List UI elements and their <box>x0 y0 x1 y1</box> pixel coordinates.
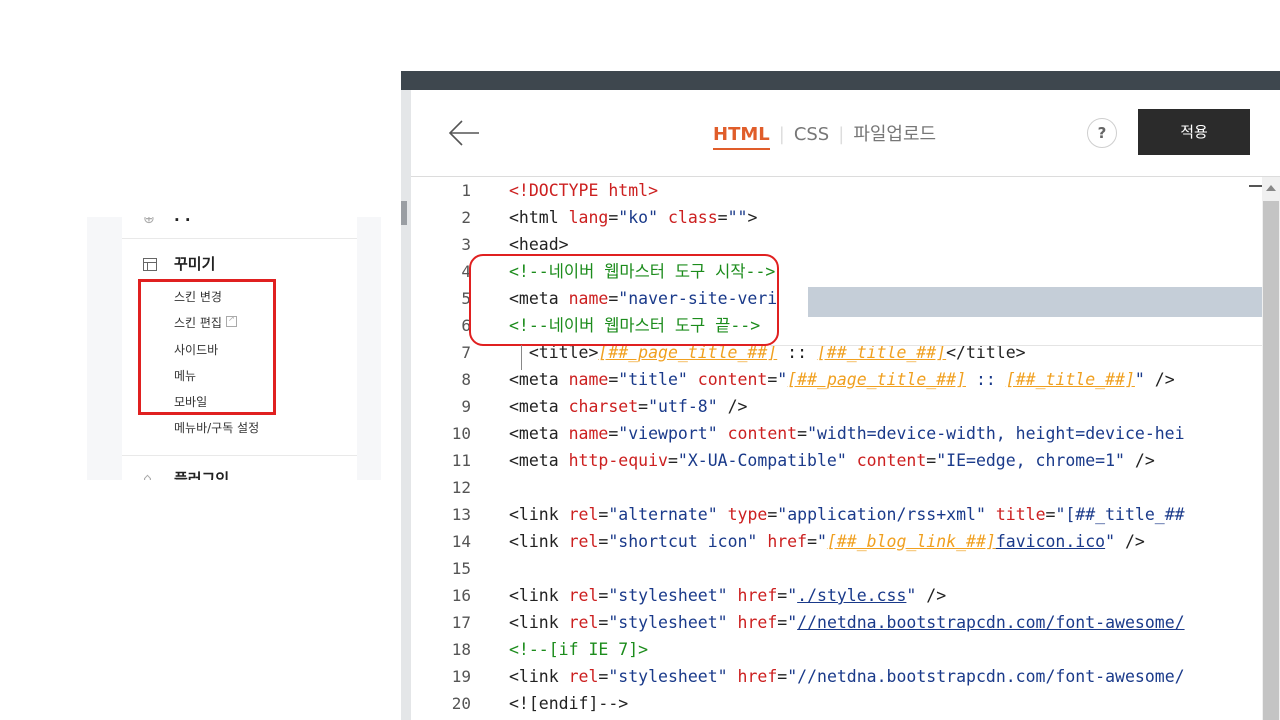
line-number: 13 <box>451 505 471 524</box>
code-line[interactable]: <link rel="stylesheet" href="//netdna.bo… <box>509 663 1185 690</box>
section-divider <box>122 238 357 239</box>
partial-section-title-top: · · <box>174 217 191 229</box>
code-editor[interactable]: 1 2 3 4 5 6 7 8 9 10 11 12 13 14 15 16 17 18 19 20 <!DOCTYP… <box>411 177 1262 720</box>
resize-strip[interactable] <box>401 90 411 720</box>
section-title-decorate: 꾸미기 <box>174 255 216 273</box>
line-number: 17 <box>451 613 471 632</box>
help-icon[interactable]: ? <box>1087 118 1117 148</box>
layout-icon <box>143 258 157 271</box>
code-line[interactable]: <![endif]--> <box>509 690 628 717</box>
line-number: 20 <box>451 694 471 713</box>
tab-separator: | <box>838 124 845 145</box>
line-number: 1 <box>461 181 471 200</box>
editor-top-bar <box>401 71 1280 90</box>
partial-section-title-plugins: 플러그인 <box>174 470 230 480</box>
line-number: 16 <box>451 586 471 605</box>
code-line[interactable]: <meta name="viewport" content="width=dev… <box>509 420 1185 447</box>
line-number: 14 <box>451 532 471 551</box>
code-line[interactable]: <link rel="stylesheet" href="./style.css… <box>509 582 946 609</box>
plugin-icon: ⌂ <box>143 471 152 480</box>
line-number: 3 <box>461 235 471 254</box>
partial-menu-icon: ⊕ <box>143 217 155 227</box>
line-number: 18 <box>451 640 471 659</box>
section-divider <box>122 455 357 456</box>
editor-header: HTML | CSS | 파일업로드 ? 적용 <box>411 90 1280 177</box>
line-number: 15 <box>451 559 471 578</box>
code-line[interactable]: <meta name="title" content="[##_page_tit… <box>509 366 1175 393</box>
sidebar-item-menubar-subscribe[interactable]: 메뉴바/구독 설정 <box>174 421 259 435</box>
code-line[interactable]: <meta http-equiv="X-UA-Compatible" conte… <box>509 447 1155 474</box>
code-line[interactable]: <!--[if IE 7]> <box>509 636 648 663</box>
line-number: 9 <box>461 397 471 416</box>
scroll-up-arrow-icon[interactable] <box>1266 185 1276 191</box>
sidebar-item-label: 메뉴바/구독 설정 <box>174 421 260 435</box>
code-line[interactable]: <html lang="ko" class=""> <box>509 204 757 231</box>
tab-html[interactable]: HTML <box>713 124 770 150</box>
line-number: 11 <box>451 451 471 470</box>
line-number: 5 <box>461 289 471 308</box>
vertical-scrollbar[interactable] <box>1262 177 1280 720</box>
code-line[interactable]: <meta charset="utf-8" /> <box>509 393 747 420</box>
line-number: 12 <box>451 478 471 497</box>
resize-handle[interactable] <box>401 201 407 225</box>
code-line[interactable]: <!DOCTYPE html> <box>509 177 658 204</box>
editor-tabs: HTML | CSS | 파일업로드 <box>713 123 936 150</box>
skin-html-editor: HTML | CSS | 파일업로드 ? 적용 1 2 3 4 5 6 7 8 9 10 11 12 13 14 1… <box>401 71 1280 720</box>
active-line-guide <box>770 345 1262 346</box>
fold-marker[interactable] <box>1249 185 1262 187</box>
line-number: 2 <box>461 208 471 227</box>
text-cursor <box>521 345 522 370</box>
apply-button[interactable]: 적용 <box>1138 109 1250 155</box>
scrollbar-thumb[interactable] <box>1263 201 1279 720</box>
line-number: 19 <box>451 667 471 686</box>
line-number: 8 <box>461 370 471 389</box>
annotation-highlight-box <box>138 279 276 415</box>
redacted-region <box>808 287 1262 317</box>
tab-file-upload[interactable]: 파일업로드 <box>853 124 936 145</box>
line-number: 10 <box>451 424 471 443</box>
line-number: 7 <box>461 343 471 362</box>
back-arrow-icon[interactable] <box>447 118 481 148</box>
annotation-highlight-box <box>469 254 779 346</box>
code-line[interactable]: <link rel="shortcut icon" href="[##_blog… <box>509 528 1145 555</box>
code-line[interactable]: <link rel="alternate" type="application/… <box>509 501 1185 528</box>
tab-separator: | <box>778 124 785 145</box>
tab-css[interactable]: CSS <box>794 124 829 145</box>
line-number: 4 <box>461 262 471 281</box>
line-number: 6 <box>461 316 471 335</box>
code-line[interactable]: <link rel="stylesheet" href="//netdna.bo… <box>509 609 1185 636</box>
